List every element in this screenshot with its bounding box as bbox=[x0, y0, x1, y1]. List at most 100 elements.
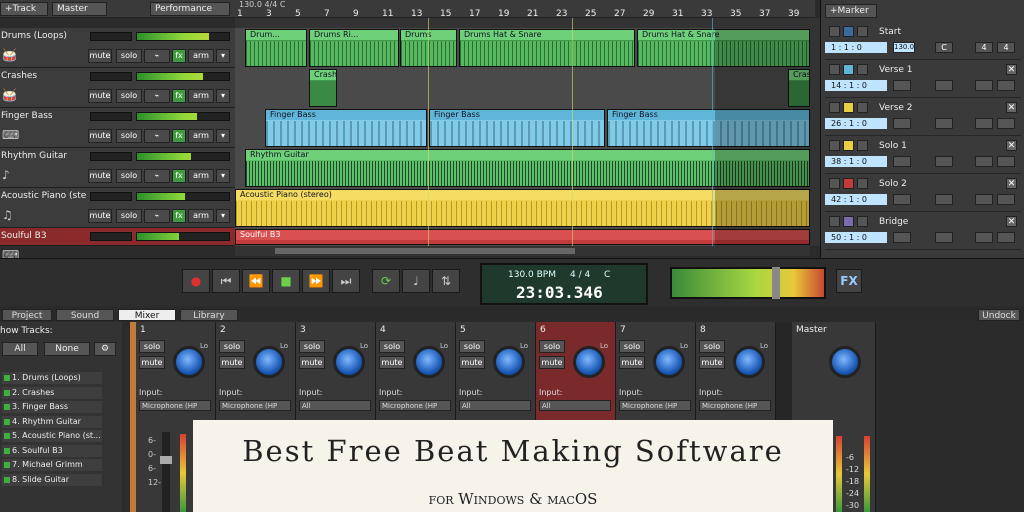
solo-button[interactable]: solo bbox=[459, 340, 485, 353]
solo-button[interactable]: solo bbox=[139, 340, 165, 353]
marker-field[interactable] bbox=[975, 118, 993, 129]
mute-button[interactable]: mute bbox=[299, 356, 325, 369]
track-header[interactable]: Drums (Loops) 🥁 mute solo ⌁ fx arm ▾ bbox=[0, 28, 235, 68]
undock-button[interactable]: Undock bbox=[978, 309, 1020, 321]
pan-knob[interactable] bbox=[333, 346, 365, 378]
pan-knob[interactable] bbox=[733, 346, 765, 378]
volume-slider[interactable] bbox=[90, 232, 132, 241]
close-icon[interactable]: ✕ bbox=[1006, 102, 1017, 113]
flag-icon[interactable] bbox=[857, 26, 868, 37]
stop-button[interactable]: ■ bbox=[272, 269, 300, 293]
flag-icon[interactable] bbox=[857, 102, 868, 113]
loop-bar[interactable] bbox=[235, 18, 815, 28]
marker-field[interactable] bbox=[893, 156, 911, 167]
mute-button[interactable]: mute bbox=[88, 129, 112, 143]
mute-button[interactable]: mute bbox=[379, 356, 405, 369]
clip[interactable]: Crash bbox=[309, 69, 337, 107]
arm-button[interactable]: arm bbox=[188, 169, 214, 183]
add-marker-button[interactable]: +Marker bbox=[825, 4, 877, 18]
input-select[interactable]: Microphone (HP bbox=[139, 400, 211, 411]
pan-knob[interactable] bbox=[573, 346, 605, 378]
marker-field[interactable] bbox=[975, 232, 993, 243]
track-header[interactable]: Soulful B3 ⌨ bbox=[0, 228, 235, 262]
fx-button[interactable]: fx bbox=[172, 49, 186, 63]
input-select[interactable]: Microphone (HP bbox=[379, 400, 451, 411]
solo-button[interactable]: solo bbox=[116, 169, 142, 183]
flag-icon[interactable] bbox=[857, 178, 868, 189]
pan-knob[interactable] bbox=[173, 346, 205, 378]
show-track-checkbox[interactable]: 5. Acoustic Piano (st... bbox=[2, 430, 102, 442]
mute-button[interactable]: mute bbox=[699, 356, 725, 369]
color-swatch[interactable] bbox=[843, 178, 854, 189]
play-icon[interactable] bbox=[829, 26, 840, 37]
metronome-button[interactable]: ♩ bbox=[402, 269, 430, 293]
volume-slider[interactable] bbox=[90, 112, 132, 121]
flag-icon[interactable] bbox=[857, 64, 868, 75]
chevron-down-icon[interactable]: ▾ bbox=[216, 169, 230, 183]
chevron-down-icon[interactable]: ▾ bbox=[216, 49, 230, 63]
marker-field[interactable] bbox=[893, 194, 911, 205]
fx-button[interactable]: fx bbox=[172, 209, 186, 223]
marker-field[interactable] bbox=[935, 118, 953, 129]
timeline-ruler[interactable]: 130.0 4/4 C 1 3 5 7 9 11 13 15 17 19 21 23 25 27 29 31 3… bbox=[235, 0, 815, 19]
pan-knob[interactable] bbox=[653, 346, 685, 378]
show-track-checkbox[interactable]: 2. Crashes bbox=[2, 386, 102, 399]
chevron-down-icon[interactable]: ▾ bbox=[216, 89, 230, 103]
play-icon[interactable] bbox=[829, 64, 840, 75]
show-all-button[interactable]: All bbox=[2, 342, 38, 356]
marker-key[interactable]: C bbox=[935, 42, 953, 53]
mute-button[interactable]: mute bbox=[219, 356, 245, 369]
input-select[interactable]: All bbox=[459, 400, 531, 411]
horizontal-scrollbar[interactable] bbox=[235, 246, 810, 256]
input-select[interactable]: Microphone (HP bbox=[619, 400, 691, 411]
master-pan-knob[interactable] bbox=[829, 346, 861, 378]
envelope-icon[interactable]: ⌁ bbox=[144, 49, 170, 63]
mute-button[interactable]: mute bbox=[539, 356, 565, 369]
record-button[interactable]: ● bbox=[182, 269, 210, 293]
channel-fader[interactable] bbox=[160, 432, 172, 512]
color-swatch[interactable] bbox=[843, 26, 854, 37]
volume-slider[interactable] bbox=[90, 72, 132, 81]
show-none-button[interactable]: None bbox=[44, 342, 90, 356]
marker-row[interactable]: Start 1 : 1 : 0 130.0 C 4 4 bbox=[825, 22, 1021, 60]
tab-library[interactable]: Library bbox=[180, 309, 238, 321]
marker-sig-den[interactable]: 4 bbox=[997, 42, 1015, 53]
track-header[interactable]: Crashes 🥁 mute solo ⌁ fx arm ▾ bbox=[0, 68, 235, 108]
pan-knob[interactable] bbox=[493, 346, 525, 378]
marker-row[interactable]: Solo 2 42 : 1 : 0 ✕ bbox=[825, 174, 1021, 212]
marker-row[interactable]: Solo 1 38 : 1 : 0 ✕ bbox=[825, 136, 1021, 174]
solo-button[interactable]: solo bbox=[116, 89, 142, 103]
show-track-checkbox[interactable]: 6. Soulful B3 bbox=[2, 444, 102, 457]
mute-button[interactable]: mute bbox=[459, 356, 485, 369]
add-track-button[interactable]: +Track bbox=[0, 2, 48, 16]
marker-field[interactable] bbox=[893, 232, 911, 243]
marker-field[interactable] bbox=[997, 194, 1015, 205]
pan-knob[interactable] bbox=[413, 346, 445, 378]
marker-field[interactable] bbox=[893, 80, 911, 91]
solo-button[interactable]: solo bbox=[116, 209, 142, 223]
chevron-down-icon[interactable]: ▾ bbox=[216, 209, 230, 223]
fast-forward-button[interactable]: ⏩ bbox=[302, 269, 330, 293]
rewind-start-button[interactable]: ⏮ bbox=[212, 269, 240, 293]
track-header[interactable]: Rhythm Guitar ♪ mute solo ⌁ fx arm ▾ bbox=[0, 148, 235, 188]
marker-field[interactable] bbox=[935, 156, 953, 167]
master-button[interactable]: Master bbox=[52, 2, 107, 16]
clip[interactable]: Drum... bbox=[245, 29, 307, 67]
solo-button[interactable]: solo bbox=[619, 340, 645, 353]
show-track-checkbox[interactable]: 3. Finger Bass bbox=[2, 401, 102, 413]
solo-button[interactable]: solo bbox=[219, 340, 245, 353]
marker-field[interactable] bbox=[997, 232, 1015, 243]
settings-gear-icon[interactable]: ⚙ bbox=[94, 342, 116, 356]
marker-position[interactable]: 38 : 1 : 0 bbox=[825, 156, 887, 167]
marker-row[interactable]: Bridge 50 : 1 : 0 ✕ bbox=[825, 212, 1021, 250]
fx-button[interactable]: fx bbox=[172, 169, 186, 183]
clip[interactable]: Drums Ri... bbox=[309, 29, 399, 67]
chevron-down-icon[interactable]: ▾ bbox=[216, 129, 230, 143]
marker-field[interactable] bbox=[893, 118, 911, 129]
vertical-scrollbar[interactable] bbox=[810, 18, 820, 246]
marker-field[interactable] bbox=[997, 118, 1015, 129]
mute-button[interactable]: mute bbox=[88, 49, 112, 63]
marker-position[interactable]: 1 : 1 : 0 bbox=[825, 42, 887, 53]
track-header[interactable]: Finger Bass ⌨ mute solo ⌁ fx arm ▾ bbox=[0, 108, 235, 148]
marker-position[interactable]: 26 : 1 : 0 bbox=[825, 118, 887, 129]
